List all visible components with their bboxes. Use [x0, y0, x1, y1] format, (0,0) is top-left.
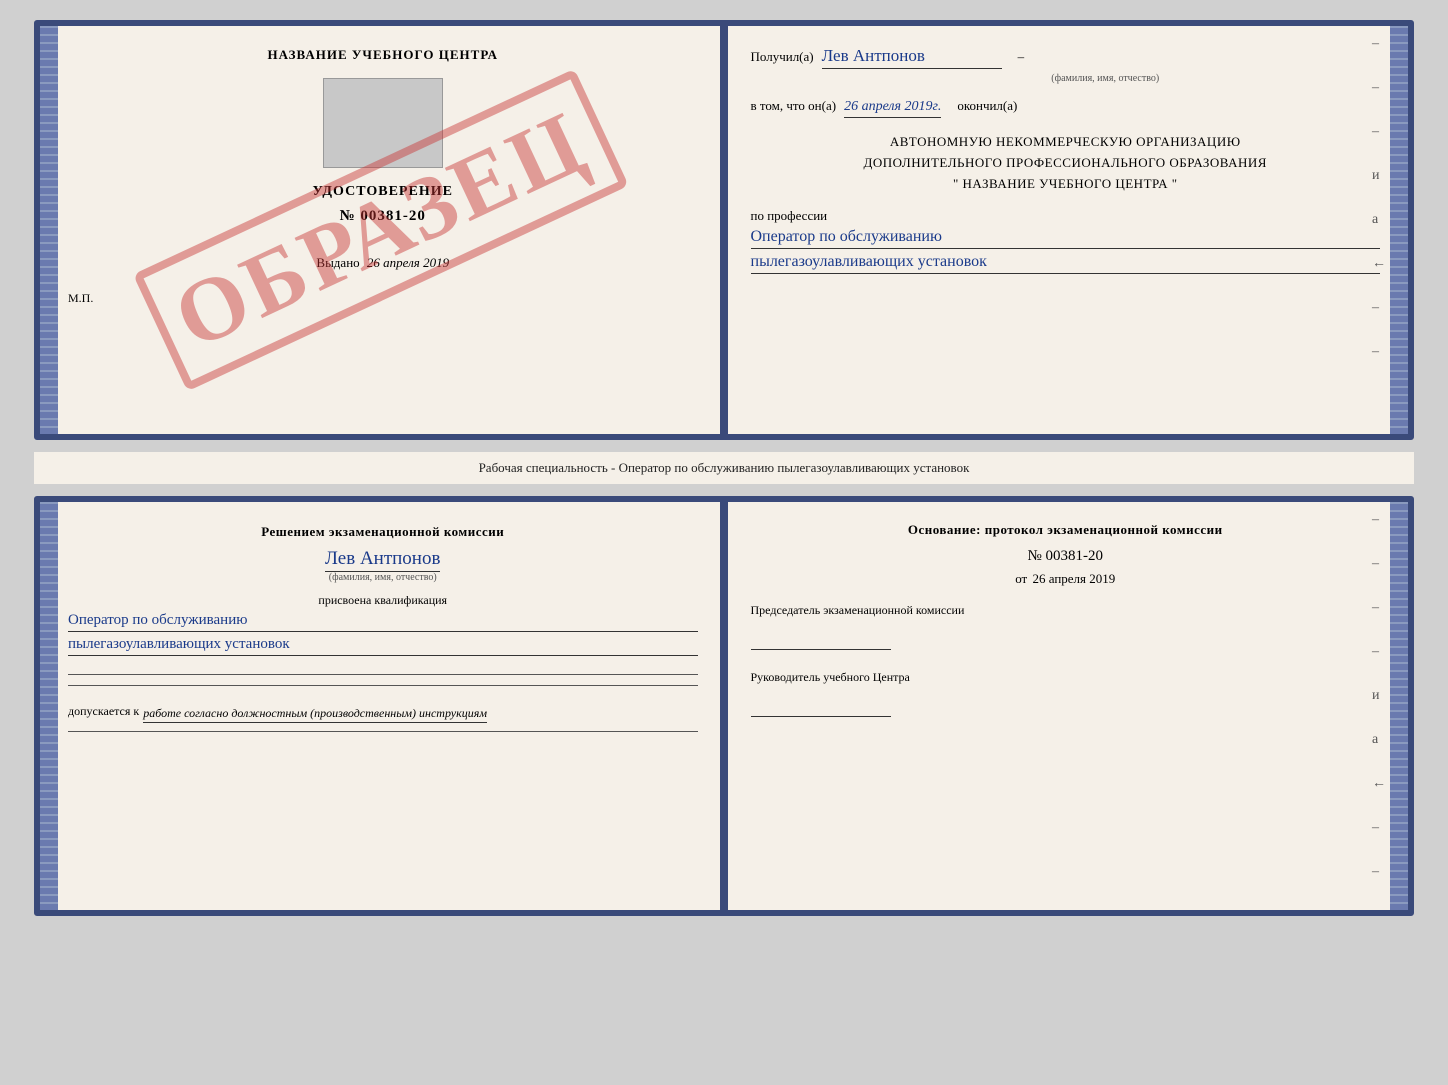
chairman-label: Председатель экзаменационной комиссии — [751, 603, 965, 617]
middle-label: Рабочая специальность - Оператор по обсл… — [34, 452, 1414, 484]
profession-line1: Оператор по обслуживанию — [751, 228, 1381, 249]
in-that-line: в том, что он(а) 26 апреля 2019г. окончи… — [751, 98, 1381, 118]
from-date: от 26 апреля 2019 — [751, 571, 1381, 587]
protocol-number: № 00381-20 — [751, 548, 1381, 565]
commission-chairman: Председатель экзаменационной комиссии — [751, 603, 1381, 654]
finished-label: окончил(а) — [957, 98, 1017, 114]
decision-title-text: Решением экзаменационной комиссии — [261, 524, 504, 539]
center-leader-signature-line — [751, 693, 891, 717]
assigned-qual-label: присвоена квалификация — [68, 593, 698, 608]
admitted-text: работе согласно должностным (производств… — [143, 704, 487, 723]
right-dashes: – – – и а ← – – — [1372, 36, 1386, 360]
photo-placeholder — [323, 78, 443, 168]
fio-label-top: (фамилия, имя, отчество) — [831, 73, 1381, 84]
org-line1: АВТОНОМНУЮ НЕКОММЕРЧЕСКУЮ ОРГАНИЗАЦИЮ — [751, 132, 1381, 153]
bottom-book-spine — [720, 502, 728, 910]
received-name: Лев Антпонов — [822, 46, 1002, 69]
basis-title: Основание: протокол экзаменационной коми… — [751, 522, 1381, 538]
from-prefix: от — [1015, 571, 1027, 586]
org-line2: ДОПОЛНИТЕЛЬНОГО ПРОФЕССИОНАЛЬНОГО ОБРАЗО… — [751, 153, 1381, 174]
org-line3: " НАЗВАНИЕ УЧЕБНОГО ЦЕНТРА " — [751, 174, 1381, 195]
bottom-right-page: Основание: протокол экзаменационной коми… — [723, 502, 1409, 910]
training-center-title: НАЗВАНИЕ УЧЕБНОГО ЦЕНТРА — [68, 46, 698, 64]
issued-line: Выдано 26 апреля 2019 — [68, 255, 698, 271]
top-right-page: Получил(а) Лев Антпонов – (фамилия, имя,… — [723, 26, 1409, 434]
top-document-book: НАЗВАНИЕ УЧЕБНОГО ЦЕНТРА УДОСТОВЕРЕНИЕ №… — [34, 20, 1414, 440]
bottom-fio-label: (фамилия, имя, отчество) — [68, 572, 698, 583]
received-line: Получил(а) Лев Антпонов – — [751, 46, 1381, 69]
in-that-label: в том, что он(а) — [751, 98, 837, 114]
bottom-document-book: Решением экзаменационной комиссии Лев Ан… — [34, 496, 1414, 916]
profession-line2: пылегазоулавливающих установок — [751, 253, 1381, 274]
chairman-signature-line — [751, 626, 891, 650]
page-container: НАЗВАНИЕ УЧЕБНОГО ЦЕНТРА УДОСТОВЕРЕНИЕ №… — [34, 20, 1414, 916]
bottom-person-name: Лев Антпонов — [325, 548, 440, 572]
issued-date: 26 апреля 2019 — [367, 255, 449, 270]
admitted-label: допускается к — [68, 704, 139, 719]
cert-label: УДОСТОВЕРЕНИЕ — [68, 184, 698, 200]
bottom-right-dashes: – – – – и а ← – – — [1372, 512, 1386, 880]
decision-title: Решением экзаменационной комиссии — [68, 522, 698, 542]
mp-label: М.П. — [68, 291, 698, 306]
issued-label: Выдано — [316, 255, 359, 270]
top-left-page: НАЗВАНИЕ УЧЕБНОГО ЦЕНТРА УДОСТОВЕРЕНИЕ №… — [40, 26, 723, 434]
org-block: АВТОНОМНУЮ НЕКОММЕРЧЕСКУЮ ОРГАНИЗАЦИЮ ДО… — [751, 132, 1381, 194]
center-leader-label: Руководитель учебного Центра — [751, 670, 910, 684]
received-label: Получил(а) — [751, 49, 814, 65]
qual-line2: пылегазоулавливающих установок — [68, 636, 698, 656]
from-date-value: 26 апреля 2019 — [1032, 571, 1115, 586]
profession-label: по профессии — [751, 208, 1381, 224]
admitted-line: допускается к работе согласно должностны… — [68, 704, 698, 723]
center-leader: Руководитель учебного Центра — [751, 670, 1381, 721]
cert-number: № 00381-20 — [68, 208, 698, 225]
in-that-date: 26 апреля 2019г. — [844, 99, 941, 118]
qual-line1: Оператор по обслуживанию — [68, 612, 698, 632]
bottom-left-page: Решением экзаменационной комиссии Лев Ан… — [40, 502, 723, 910]
book-spine — [720, 26, 728, 434]
